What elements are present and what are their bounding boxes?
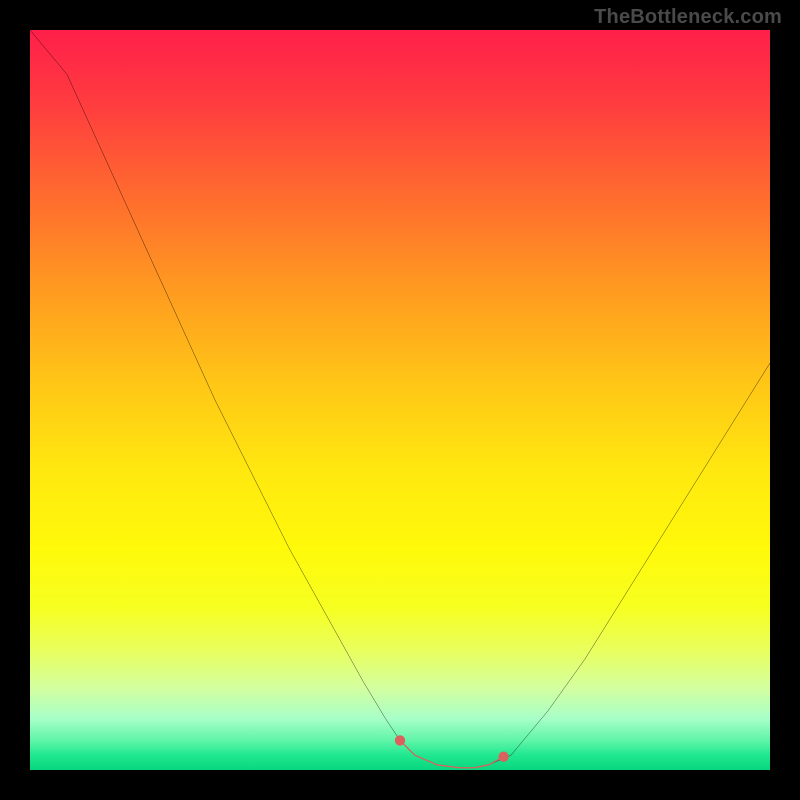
plot-area — [30, 30, 770, 770]
highlight-start-dot — [395, 735, 405, 745]
chart-frame: TheBottleneck.com — [0, 0, 800, 800]
optimal-highlight — [400, 740, 504, 767]
curve-layer — [30, 30, 770, 770]
bottleneck-curve — [30, 30, 770, 768]
highlight-end-dot — [498, 752, 508, 762]
watermark-text: TheBottleneck.com — [594, 6, 782, 29]
